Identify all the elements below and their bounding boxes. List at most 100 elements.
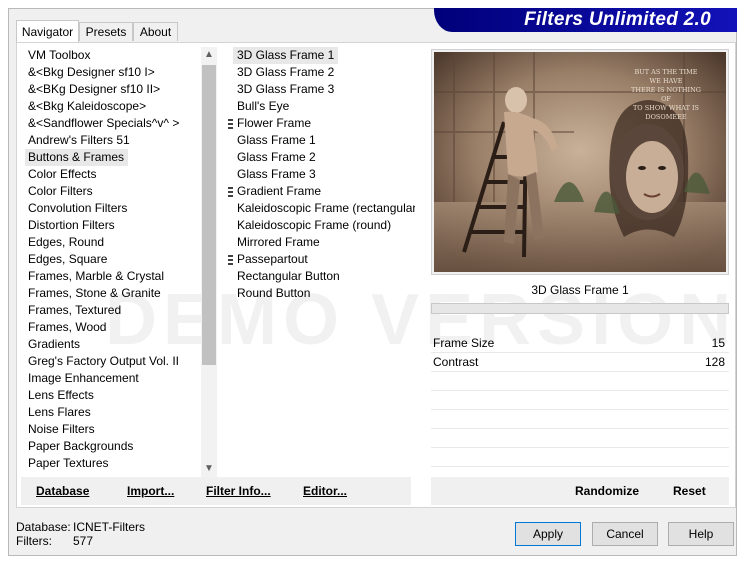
filter-item-label: Kaleidoscopic Frame (rectangular) (237, 201, 415, 215)
parameter-row-empty (431, 372, 729, 391)
parameter-list: Frame Size 15 Contrast 128 (431, 334, 729, 486)
preview-overlay-text: WE HAVE (650, 77, 683, 85)
category-item[interactable]: Color Filters (25, 183, 205, 200)
category-list[interactable]: VM Toolbox &<Bkg Designer sf10 I> &<BKg De… (25, 47, 205, 475)
reset-button[interactable]: Reset (673, 477, 706, 505)
category-scrollbar[interactable]: ▲ ▼ (201, 47, 217, 477)
filter-item-label: Passepartout (237, 252, 308, 266)
filter-item[interactable]: Kaleidoscopic Frame (round) (225, 217, 415, 234)
category-item[interactable]: Noise Filters (25, 421, 205, 438)
preview-label: 3D Glass Frame 1 (531, 283, 629, 297)
parameter-name: Contrast (433, 355, 479, 369)
category-item[interactable]: Greg's Factory Output Vol. II (25, 353, 205, 370)
filter-item[interactable]: Glass Frame 1 (225, 132, 415, 149)
filter-item[interactable]: Mirrored Frame (225, 234, 415, 251)
filter-item-label: Mirrored Frame (237, 235, 320, 249)
preview-frame: BUT AS THE TIME WE HAVE THERE IS NOTHING OF… (431, 49, 729, 275)
filter-item[interactable]: Glass Frame 3 (225, 166, 415, 183)
filter-group-icon (228, 255, 233, 265)
category-item[interactable]: &<Sandflower Specials^v^ > (25, 115, 205, 132)
filter-item[interactable]: Flower Frame (225, 115, 415, 132)
parameter-value[interactable]: 128 (705, 353, 725, 371)
preview-image: BUT AS THE TIME WE HAVE THERE IS NOTHING OF… (434, 52, 726, 272)
filters-label: Filters: (16, 534, 52, 548)
database-value: ICNET-Filters (73, 520, 145, 534)
filter-item[interactable]: Passepartout (225, 251, 415, 268)
navigator-toolbar: Database Import... Filter Info... Editor… (21, 477, 411, 505)
category-item[interactable]: Buttons & Frames (25, 149, 129, 166)
filter-item[interactable]: Gradient Frame (225, 183, 415, 200)
category-item[interactable]: Frames, Marble & Crystal (25, 268, 205, 285)
category-item[interactable]: &<Bkg Kaleidoscope> (25, 98, 205, 115)
scroll-up-icon[interactable]: ▲ (201, 47, 217, 63)
filter-item-label: Glass Frame 1 (237, 133, 316, 147)
parameter-row-empty (431, 429, 729, 448)
editor-button[interactable]: Editor... (303, 477, 347, 505)
category-item[interactable]: Distortion Filters (25, 217, 205, 234)
category-item[interactable]: &<Bkg Designer sf10 I> (25, 64, 205, 81)
navigator-panel: DEMO VERSION VM Toolbox &<Bkg Designer sf… (16, 42, 736, 508)
category-item[interactable]: Andrew's Filters 51 (25, 132, 205, 149)
filter-item-label: Kaleidoscopic Frame (round) (237, 218, 392, 232)
filter-item[interactable]: 3D Glass Frame 2 (225, 64, 415, 81)
preview-artwork: BUT AS THE TIMEWE HAVETHERE IS NOTHINGOF… (434, 52, 726, 272)
filter-item[interactable]: Bull's Eye (225, 98, 415, 115)
filter-item-label: Glass Frame 2 (237, 150, 316, 164)
filter-list[interactable]: 3D Glass Frame 1 3D Glass Frame 2 3D Glass… (225, 47, 415, 475)
category-item[interactable]: Edges, Square (25, 251, 205, 268)
category-item[interactable]: Lens Flares (25, 404, 205, 421)
category-item[interactable]: Paper Backgrounds (25, 438, 205, 455)
scroll-thumb[interactable] (202, 65, 216, 365)
filter-item-label: Round Button (237, 286, 311, 300)
help-button[interactable]: Help (668, 522, 734, 546)
filter-item[interactable]: 3D Glass Frame 1 (233, 47, 339, 64)
parameter-row[interactable]: Contrast 128 (431, 353, 729, 372)
cancel-button[interactable]: Cancel (592, 522, 658, 546)
randomize-button[interactable]: Randomize (575, 477, 639, 505)
tab-navigator[interactable]: Navigator (16, 20, 79, 42)
preview-overlay-text: TO SHOW WHAT IS (633, 104, 699, 112)
category-item[interactable]: Frames, Textured (25, 302, 205, 319)
preview-overlay-text: OF (661, 95, 671, 103)
apply-button[interactable]: Apply (515, 522, 581, 546)
parameter-row-empty (431, 410, 729, 429)
filter-group-icon (228, 187, 233, 197)
import-button[interactable]: Import... (127, 477, 174, 505)
preset-toolbar: Randomize Reset (431, 477, 729, 505)
database-button[interactable]: Database (36, 477, 89, 505)
filters-count: 577 (73, 534, 94, 548)
filter-item[interactable]: Glass Frame 2 (225, 149, 415, 166)
filter-item[interactable]: 3D Glass Frame 3 (225, 81, 415, 98)
filter-item-label: Flower Frame (237, 116, 312, 130)
filter-item[interactable]: Rectangular Button (225, 268, 415, 285)
filter-item-label: Bull's Eye (237, 99, 290, 113)
tab-presets[interactable]: Presets (79, 22, 133, 41)
category-item[interactable]: Frames, Stone & Granite (25, 285, 205, 302)
category-item[interactable]: Frames, Wood (25, 319, 205, 336)
filter-item[interactable]: Round Button (225, 285, 415, 302)
filter-group-icon (228, 119, 233, 129)
preview-overlay-text: BUT AS THE TIME (635, 68, 698, 76)
category-item[interactable]: Lens Effects (25, 387, 205, 404)
category-item[interactable]: Edges, Round (25, 234, 205, 251)
category-item[interactable]: Image Enhancement (25, 370, 205, 387)
category-item[interactable]: &<BKg Designer sf10 II> (25, 81, 205, 98)
scroll-down-icon[interactable]: ▼ (201, 461, 217, 477)
filter-info-button[interactable]: Filter Info... (206, 477, 271, 505)
progress-bar (431, 303, 729, 314)
banner-title: Filters Unlimited 2.0 (524, 9, 711, 30)
filter-item-label: Gradient Frame (237, 184, 322, 198)
tab-about[interactable]: About (133, 22, 178, 41)
category-item[interactable]: Gradients (25, 336, 205, 353)
category-item[interactable]: VM Toolbox (25, 47, 205, 64)
category-item[interactable]: Paper Textures (25, 455, 205, 472)
status-info: Database: ICNET-Filters Filters: 577 (16, 520, 145, 548)
category-item[interactable]: Convolution Filters (25, 200, 205, 217)
filter-item[interactable]: Kaleidoscopic Frame (rectangular) (225, 200, 415, 217)
preview-overlay-text: THERE IS NOTHING (631, 86, 701, 94)
parameter-name: Frame Size (433, 336, 495, 350)
parameter-value[interactable]: 15 (712, 334, 725, 352)
category-item[interactable]: Pattern Generators (25, 472, 205, 475)
parameter-row[interactable]: Frame Size 15 (431, 334, 729, 353)
category-item[interactable]: Color Effects (25, 166, 205, 183)
